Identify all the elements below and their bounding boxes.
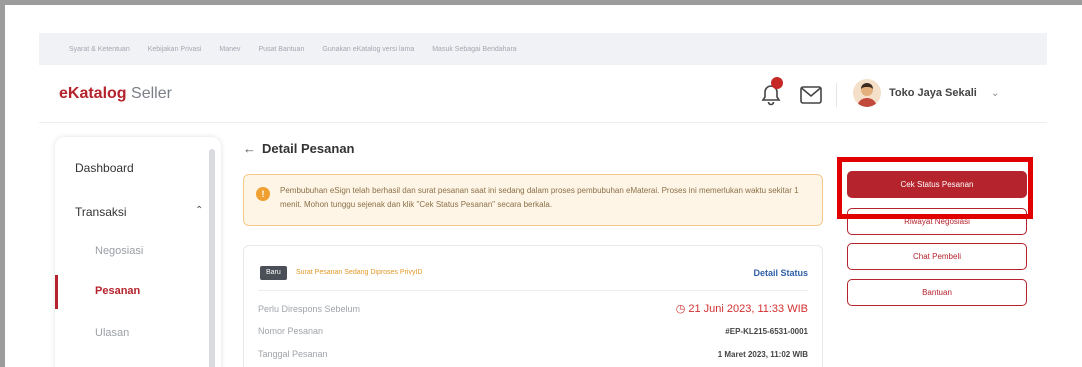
- detail-status-link[interactable]: Detail Status: [753, 268, 808, 278]
- highlight-box: [837, 157, 1033, 219]
- card-divider: [258, 290, 808, 291]
- logo-brand: eKatalog: [59, 85, 127, 102]
- info-alert: ! Pembubuhan eSign telah berhasil dan su…: [243, 174, 823, 226]
- header-divider: [836, 83, 837, 107]
- topnav-link-kebijakan[interactable]: Kebijakan Privasi: [148, 46, 202, 53]
- topnav-link-versi-lama[interactable]: Gunakan eKatalog versi lama: [322, 46, 414, 53]
- active-indicator: [55, 275, 58, 309]
- app-window: Syarat & Ketentuan Kebijakan Privasi Man…: [39, 33, 1047, 367]
- top-nav-bar: Syarat & Ketentuan Kebijakan Privasi Man…: [39, 33, 1047, 65]
- sidebar-item-pesanan[interactable]: Pesanan: [95, 285, 140, 297]
- bantuan-button[interactable]: Bantuan: [847, 279, 1027, 306]
- topnav-link-bendahara[interactable]: Masuk Sebagai Bendahara: [432, 46, 516, 53]
- deadline-value: ◷ 21 Juni 2023, 11:33 WIB: [676, 302, 808, 315]
- chevron-down-icon[interactable]: ⌄: [991, 88, 999, 99]
- app-logo[interactable]: eKatalog Seller: [59, 85, 172, 103]
- logo-suffix: Seller: [126, 85, 172, 102]
- user-avatar[interactable]: [853, 79, 881, 107]
- screenshot-frame: Syarat & Ketentuan Kebijakan Privasi Man…: [0, 0, 1082, 367]
- sidebar-item-dashboard[interactable]: Dashboard: [75, 161, 134, 175]
- status-badge: Baru: [260, 266, 287, 280]
- sidebar: Dashboard Transaksi ⌃ Negosiasi Pesanan …: [55, 137, 221, 367]
- mail-icon[interactable]: [799, 85, 823, 105]
- topnav-link-syarat[interactable]: Syarat & Ketentuan: [69, 46, 130, 53]
- warning-icon: !: [256, 187, 270, 201]
- sidebar-item-negosiasi[interactable]: Negosiasi: [95, 245, 143, 257]
- topnav-link-pusat-bantuan[interactable]: Pusat Bantuan: [258, 46, 304, 53]
- order-date-value: 1 Maret 2023, 11:02 WIB: [717, 350, 808, 359]
- back-arrow-icon[interactable]: ←: [243, 141, 256, 156]
- topnav-link-manev[interactable]: Manev: [219, 46, 240, 53]
- chat-pembeli-button[interactable]: Chat Pembeli: [847, 243, 1027, 270]
- user-name[interactable]: Toko Jaya Sekali: [889, 87, 977, 99]
- page-title: ← Detail Pesanan: [243, 141, 355, 156]
- deadline-value-text: 21 Juni 2023, 11:33 WIB: [688, 303, 808, 315]
- order-number-value: #EP-KL215-6531-0001: [725, 327, 808, 336]
- page-title-text: Detail Pesanan: [262, 141, 355, 156]
- order-number-label: Nomor Pesanan: [258, 326, 324, 336]
- chevron-up-icon[interactable]: ⌃: [195, 205, 203, 216]
- order-card: Baru Surat Pesanan Sedang Diproses Privy…: [243, 245, 823, 367]
- order-date-label: Tanggal Pesanan: [258, 349, 328, 359]
- notification-badge: [771, 77, 783, 89]
- clock-icon: ◷: [675, 303, 689, 315]
- sidebar-item-ulasan[interactable]: Ulasan: [95, 327, 129, 339]
- sidebar-item-transaksi[interactable]: Transaksi: [75, 205, 127, 219]
- app-header: eKatalog Seller Toko Jaya Sekali ⌄: [39, 65, 1047, 123]
- sidebar-scrollbar[interactable]: [209, 149, 215, 367]
- alert-text: Pembubuhan eSign telah berhasil dan sura…: [280, 186, 799, 209]
- deadline-label: Perlu Direspons Sebelum: [258, 304, 361, 314]
- order-status-text: Surat Pesanan Sedang Diproses PrivyID: [296, 269, 423, 276]
